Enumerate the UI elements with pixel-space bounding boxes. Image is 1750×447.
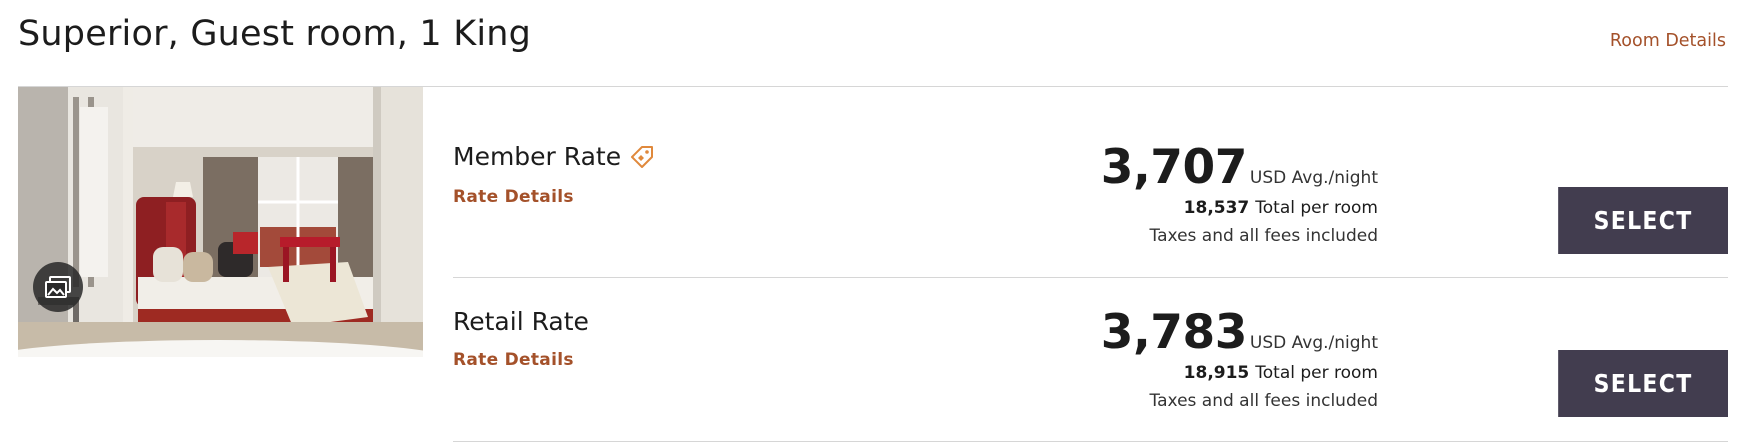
total-amount: 18,537	[1183, 198, 1250, 218]
rate-details-link[interactable]: Rate Details	[453, 187, 574, 207]
price-block: 3,783 USD Avg./night 18,915 Total per roo…	[1100, 305, 1378, 412]
room-details-link[interactable]: Room Details	[1610, 31, 1726, 51]
rate-name-label: Retail Rate	[453, 307, 589, 336]
total-label: Total per room	[1255, 363, 1378, 383]
select-button[interactable]: SELECT	[1558, 187, 1728, 254]
photo-gallery-icon	[45, 276, 71, 298]
select-button[interactable]: SELECT	[1558, 350, 1728, 417]
taxes-note: Taxes and all fees included	[1149, 391, 1378, 411]
rate-details-link[interactable]: Rate Details	[453, 350, 574, 370]
price-block: 3,707 USD Avg./night 18,537 Total per roo…	[1100, 140, 1378, 247]
price-unit: USD Avg./night	[1249, 168, 1378, 188]
room-photo-image	[18, 87, 423, 357]
rate-row-retail: Retail Rate Rate Details 3,783 USD Avg./…	[453, 279, 1728, 442]
rate-name-label: Member Rate	[453, 142, 622, 171]
room-title: Superior, Guest room, 1 King	[18, 14, 532, 54]
price-amount: 3,783	[1100, 305, 1248, 360]
rate-row-member: Member Rate Rate Details 3,707 USD Avg./…	[453, 87, 1728, 278]
price-amount: 3,707	[1100, 140, 1248, 195]
total-amount: 18,915	[1183, 363, 1250, 383]
total-label: Total per room	[1255, 198, 1378, 218]
price-unit: USD Avg./night	[1249, 333, 1378, 353]
room-photo[interactable]	[18, 87, 423, 357]
price-tag-icon	[631, 145, 654, 168]
photo-gallery-button[interactable]	[33, 262, 83, 312]
rate-name: Retail Rate	[453, 307, 589, 336]
taxes-note: Taxes and all fees included	[1149, 226, 1378, 246]
rate-name: Member Rate	[453, 142, 655, 171]
